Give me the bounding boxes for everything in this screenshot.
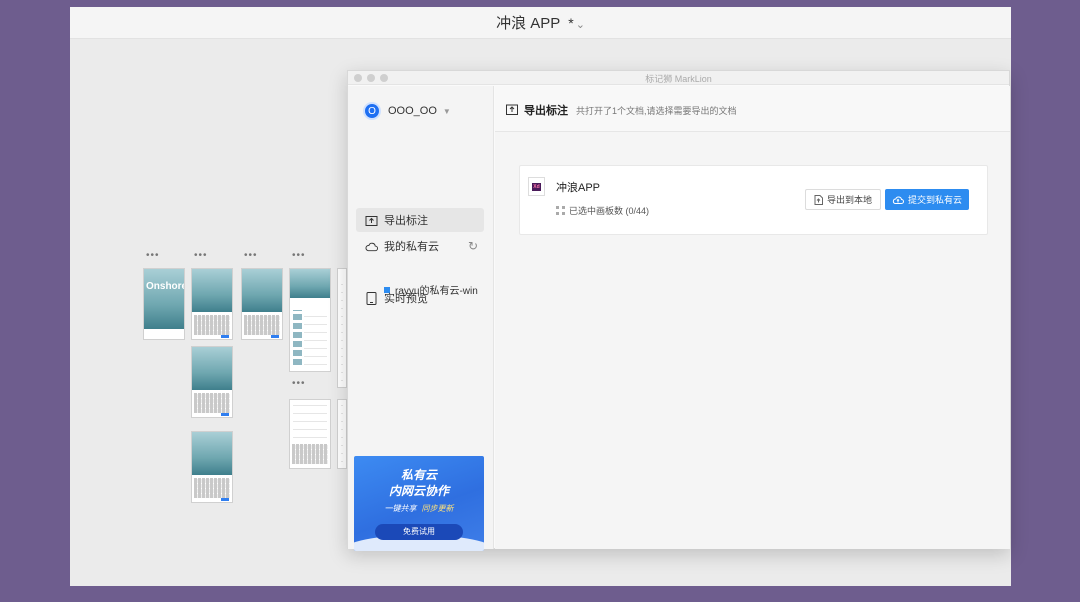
document-title[interactable]: 冲浪 APP * ⌄ — [70, 12, 1011, 33]
host-titlebar: 冲浪 APP * ⌄ — [70, 7, 1011, 39]
marklion-window: 标记狮 MarkLion O OOO_OO ▼ 导出标注 我的私有云 ↻ ray… — [347, 70, 1010, 551]
chevron-down-icon[interactable]: ⌄ — [576, 19, 585, 31]
main-header: 导出标注 共打开了1个文档,请选择需要导出的文档 — [495, 86, 1010, 132]
promo-tag: 同步更新 — [421, 504, 454, 513]
promo-title: 私有云 — [400, 468, 437, 482]
export-local-button[interactable]: 导出到本地 — [805, 189, 881, 210]
export-local-label: 导出到本地 — [826, 195, 872, 205]
artboard-thumbnail[interactable] — [289, 268, 331, 372]
promo-banner[interactable]: 私有云 内网云协作 一键共享 同步更新 免费试用 — [354, 456, 484, 551]
artboard-thumbnail[interactable] — [191, 431, 233, 503]
user-menu[interactable]: O OOO_OO ▼ — [363, 102, 451, 120]
page-subtitle: 共打开了1个文档,请选择需要导出的文档 — [576, 106, 737, 116]
artboard-thumbnail[interactable] — [191, 268, 233, 340]
modified-indicator: * — [568, 15, 574, 31]
promo-subtitle: 内网云协作 — [388, 484, 449, 498]
document-name: 冲浪APP — [556, 182, 601, 194]
artboard-thumbnail[interactable] — [191, 346, 233, 418]
artboard-grid-icon — [556, 206, 565, 215]
artboard-thumbnail[interactable] — [289, 399, 331, 469]
promo-tags: 一键共享 同步更新 — [354, 503, 484, 514]
artboard-menu-icon[interactable]: ••• — [194, 251, 208, 261]
chevron-down-icon: ▼ — [442, 106, 451, 116]
artboard-thumbnail[interactable] — [337, 268, 347, 388]
cloud-upload-icon — [892, 195, 904, 204]
xd-file-icon: Xd — [528, 177, 545, 196]
sidebar-item-label: 我的私有云 — [384, 241, 439, 253]
submit-cloud-button[interactable]: 提交到私有云 — [885, 189, 969, 210]
export-icon — [506, 102, 518, 115]
artboard-selection-count: 已选中画板数 (0/44) — [569, 206, 650, 216]
marklion-window-title: 标记狮 MarkLion — [645, 74, 712, 84]
refresh-icon[interactable]: ↻ — [468, 239, 478, 253]
sidebar-item-private-cloud[interactable]: 我的私有云 ↻ — [356, 234, 484, 258]
cloud-icon — [365, 240, 378, 253]
sidebar-item-label: 实时预览 — [384, 293, 428, 305]
xd-file-icon-text: Xd — [532, 182, 541, 191]
artboard-selection[interactable]: 已选中画板数 (0/44) — [556, 204, 649, 217]
sidebar-item-export[interactable]: 导出标注 — [356, 208, 484, 232]
sidebar: O OOO_OO ▼ 导出标注 我的私有云 ↻ rayyu的私有云-win 实时… — [348, 86, 494, 551]
file-export-icon — [814, 194, 823, 205]
artboard-menu-icon[interactable]: ••• — [292, 251, 306, 261]
sidebar-item-live-preview[interactable]: 实时预览 — [356, 286, 484, 310]
artboard-logo-text: Onshore — [146, 281, 185, 292]
artboard-menu-icon[interactable]: ••• — [292, 379, 306, 389]
artboard-menu-icon[interactable]: ••• — [146, 251, 160, 261]
tablet-icon — [365, 291, 378, 305]
artboard-thumbnail[interactable] — [337, 399, 347, 469]
sidebar-item-label: 导出标注 — [384, 215, 428, 227]
artboard-thumbnail[interactable] — [241, 268, 283, 340]
main-panel: 导出标注 共打开了1个文档,请选择需要导出的文档 Xd 冲浪APP 已选中画板数… — [495, 86, 1010, 549]
avatar: O — [363, 102, 381, 120]
free-trial-button[interactable]: 免费试用 — [375, 524, 463, 540]
marklion-titlebar: 标记狮 MarkLion — [348, 71, 1009, 85]
promo-tag: 一键共享 — [384, 504, 417, 513]
artboard-thumbnail[interactable]: Onshore — [143, 268, 185, 340]
submit-cloud-label: 提交到私有云 — [907, 195, 962, 205]
page-title: 导出标注 — [524, 105, 568, 117]
artboard-menu-icon[interactable]: ••• — [244, 251, 258, 261]
export-icon — [365, 214, 378, 227]
document-title-text: 冲浪 APP — [496, 15, 561, 32]
user-name: OOO_OO — [388, 105, 437, 117]
document-card: Xd 冲浪APP 已选中画板数 (0/44) 导出到本地 提交到私有云 — [519, 165, 988, 235]
